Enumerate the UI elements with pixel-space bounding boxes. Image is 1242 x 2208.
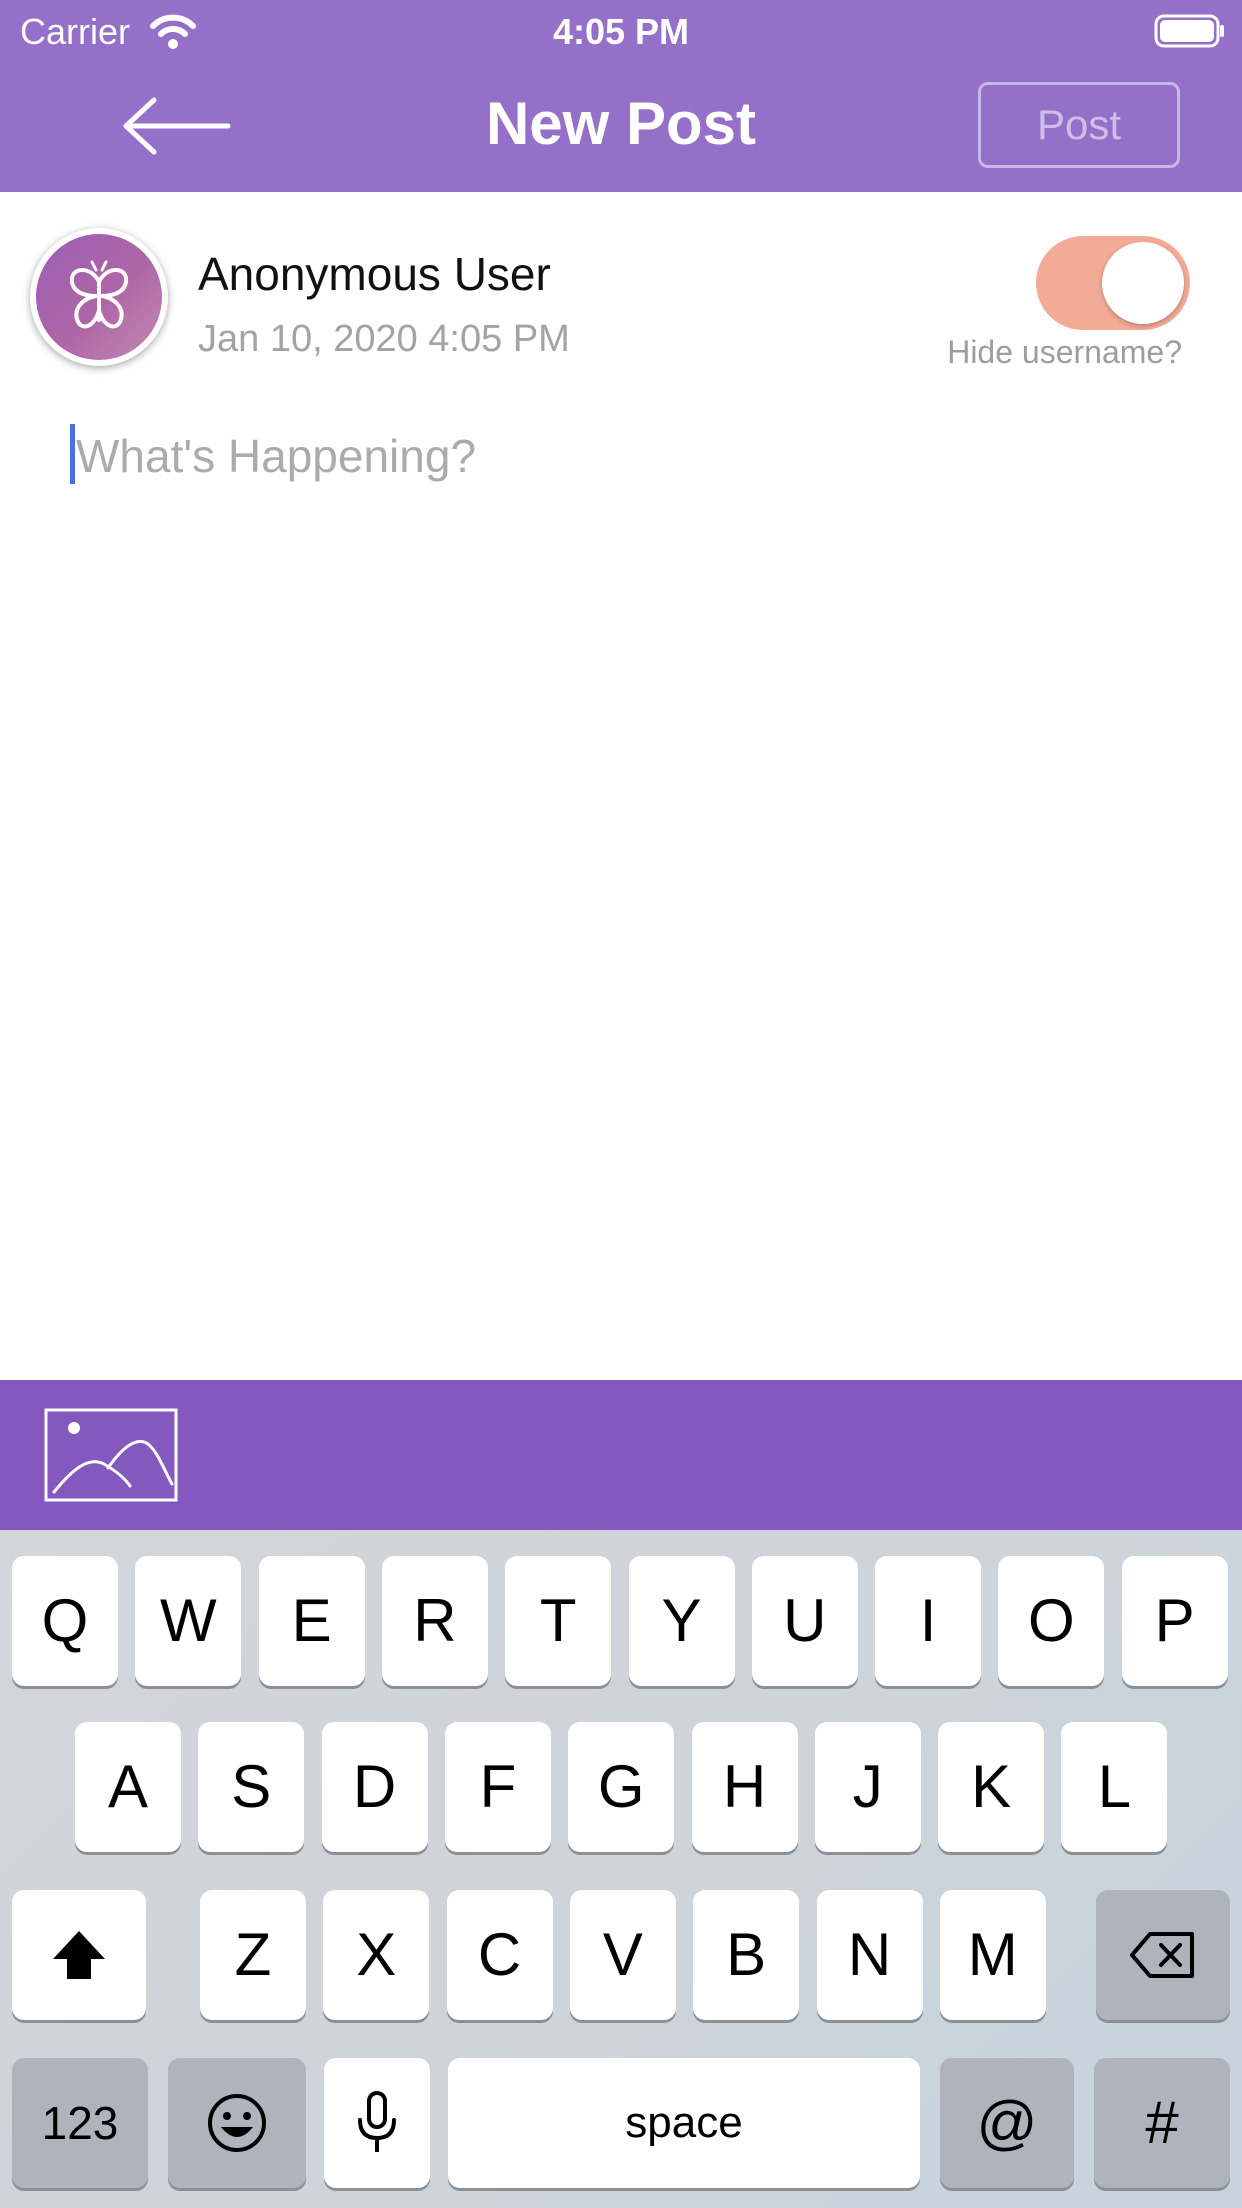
key-k-label: K: [971, 1753, 1012, 1820]
key-d-label: D: [352, 1753, 397, 1820]
key-r-label: R: [413, 1587, 457, 1654]
key-s-label: S: [231, 1753, 272, 1820]
key-o[interactable]: O: [998, 1556, 1105, 1686]
key-y-label: Y: [661, 1587, 702, 1654]
key-f[interactable]: F: [444, 1722, 551, 1852]
key-c-label: C: [477, 1921, 522, 1988]
key-a-label: A: [107, 1753, 149, 1820]
key-x[interactable]: X: [323, 1890, 430, 2020]
backspace-icon: [1130, 1932, 1194, 1978]
key-p[interactable]: P: [1121, 1556, 1228, 1686]
post-timestamp: Jan 10, 2020 4:05 PM: [198, 318, 570, 360]
key-k[interactable]: K: [938, 1722, 1045, 1852]
shift-key[interactable]: [12, 1890, 146, 2020]
key-j[interactable]: J: [814, 1722, 921, 1852]
space-key-label: space: [625, 2098, 743, 2147]
emoji-key[interactable]: [168, 2058, 306, 2188]
key-e[interactable]: E: [258, 1556, 365, 1686]
key-n[interactable]: N: [816, 1890, 923, 2020]
key-h-label: H: [722, 1753, 767, 1820]
key-b[interactable]: B: [693, 1890, 800, 2020]
at-key-label: @: [976, 2089, 1038, 2156]
dictation-key[interactable]: [324, 2058, 430, 2188]
key-p-label: P: [1154, 1587, 1195, 1654]
key-v-label: V: [602, 1921, 643, 1988]
key-l-label: L: [1097, 1753, 1132, 1820]
key-g[interactable]: G: [568, 1722, 675, 1852]
emoji-icon: [208, 2094, 266, 2152]
key-z-label: Z: [234, 1921, 272, 1988]
key-s[interactable]: S: [198, 1722, 305, 1852]
butterfly-icon: [69, 260, 129, 329]
key-g-label: G: [597, 1753, 645, 1820]
key-m-label: M: [967, 1921, 1018, 1988]
hide-username-label: Hide username?: [947, 334, 1182, 370]
key-q-label: Q: [41, 1587, 89, 1654]
at-key[interactable]: @: [940, 2058, 1074, 2188]
key-e-label: E: [291, 1587, 332, 1654]
key-b-label: B: [726, 1921, 767, 1988]
keyboard: Q W E R T Y U I O P A S D F G H J K L Z X C V B N M 123 space @ #: [0, 1530, 1242, 2208]
key-n-label: N: [847, 1921, 892, 1988]
key-v[interactable]: V: [569, 1890, 676, 2020]
key-x-label: X: [356, 1921, 397, 1988]
shift-icon: [53, 1931, 105, 1979]
key-t[interactable]: T: [505, 1556, 612, 1686]
key-f-label: F: [479, 1753, 517, 1820]
delete-key[interactable]: [1096, 1890, 1230, 2020]
key-i[interactable]: I: [875, 1556, 982, 1686]
key-w-label: W: [159, 1587, 217, 1654]
post-button[interactable]: Post: [978, 82, 1180, 168]
key-o-label: O: [1028, 1587, 1075, 1654]
key-i-label: I: [919, 1587, 937, 1654]
numbers-key[interactable]: 123: [12, 2058, 148, 2188]
key-t-label: T: [539, 1587, 577, 1654]
attachment-toolbar: [0, 1380, 1242, 1530]
battery-icon: [1154, 14, 1224, 48]
key-z[interactable]: Z: [200, 1890, 306, 2020]
toggle-knob: [1102, 242, 1184, 324]
space-key[interactable]: space: [448, 2058, 920, 2188]
key-j-label: J: [852, 1753, 883, 1820]
key-u[interactable]: U: [751, 1556, 858, 1686]
image-picker-icon[interactable]: [44, 1408, 178, 1502]
numbers-key-label: 123: [41, 2097, 119, 2149]
text-caret: [70, 424, 75, 484]
hide-username-toggle[interactable]: [1036, 236, 1190, 330]
hash-key-label: #: [1145, 2089, 1179, 2156]
key-r[interactable]: R: [381, 1556, 488, 1686]
key-u-label: U: [783, 1587, 827, 1654]
microphone-icon: [358, 2091, 396, 2152]
key-a[interactable]: A: [75, 1722, 181, 1852]
username: Anonymous User: [198, 248, 551, 300]
post-placeholder: What's Happening?: [76, 430, 477, 482]
avatar: [36, 234, 162, 360]
key-w[interactable]: W: [135, 1556, 242, 1686]
key-q[interactable]: Q: [12, 1556, 118, 1686]
key-c[interactable]: C: [446, 1890, 553, 2020]
key-h[interactable]: H: [691, 1722, 798, 1852]
status-time: 4:05 PM: [552, 11, 690, 52]
key-m[interactable]: M: [939, 1890, 1046, 2020]
hash-key[interactable]: #: [1094, 2058, 1230, 2188]
key-d[interactable]: D: [321, 1722, 428, 1852]
key-l[interactable]: L: [1061, 1722, 1168, 1852]
key-y[interactable]: Y: [628, 1556, 735, 1686]
